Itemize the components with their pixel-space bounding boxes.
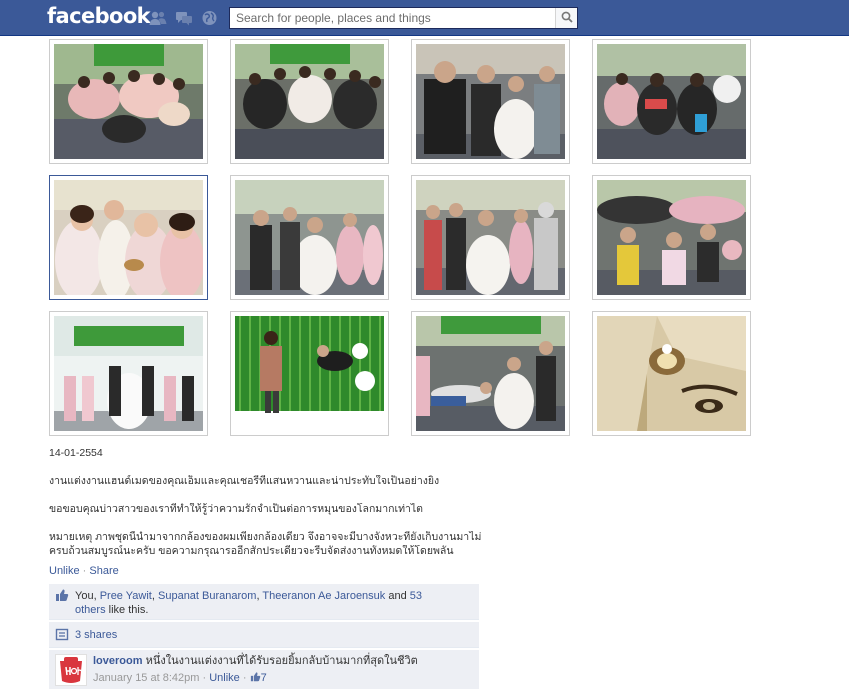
- photo-9[interactable]: [49, 311, 208, 436]
- top-bar: facebook: [0, 0, 849, 36]
- photo-2[interactable]: [230, 39, 389, 164]
- comment-like-count: 7: [260, 672, 267, 684]
- avatar[interactable]: [55, 654, 87, 686]
- others-link[interactable]: others: [75, 604, 106, 616]
- share-icon: [55, 628, 69, 645]
- photo-11[interactable]: [411, 311, 570, 436]
- shares-row: 3 shares: [49, 622, 479, 648]
- caption-line: ครบถ้วนสมบูรณ์นะครับ ขอความกรุณารออีกสัก…: [49, 545, 454, 557]
- comment: loveroom หนึ่งในงานแต่งงานที่ได้รับรอยยิ…: [49, 650, 479, 689]
- unlike-link[interactable]: Unlike: [49, 565, 80, 577]
- search-icon: [561, 11, 573, 26]
- photo-10[interactable]: [230, 311, 389, 436]
- likes-you: You,: [75, 590, 97, 602]
- photo-5[interactable]: [49, 175, 208, 300]
- liker-link[interactable]: Pree Yawit: [100, 590, 152, 602]
- share-link[interactable]: Share: [89, 565, 118, 577]
- caption-date: 14-01-2554: [49, 447, 103, 459]
- search-input[interactable]: [230, 8, 556, 28]
- post-actions: Unlike · Share: [49, 565, 119, 577]
- comment-meta: January 15 at 8:42pm · Unlike · 7: [93, 672, 267, 684]
- photo-12[interactable]: [592, 311, 751, 436]
- photo-7[interactable]: [411, 175, 570, 300]
- caption-line: ขอขอบคุณบ่าวสาวของเราที่ทำให้รู้ว่าความร…: [49, 503, 423, 515]
- liker-link[interactable]: Theeranon Ae Jaroensuk: [262, 590, 385, 602]
- comment-text: หนึ่งในงานแต่งงานที่ได้รับรอยยิ้มกลับบ้า…: [145, 655, 418, 667]
- messages-icon[interactable]: [175, 10, 193, 26]
- comment-author[interactable]: loveroom: [93, 655, 143, 667]
- photo-3[interactable]: [411, 39, 570, 164]
- photo-4[interactable]: [592, 39, 751, 164]
- comment-likes[interactable]: 7: [250, 672, 267, 684]
- photo-6[interactable]: [230, 175, 389, 300]
- shares-link[interactable]: 3 shares: [75, 629, 117, 641]
- photo-1[interactable]: [49, 39, 208, 164]
- friends-icon[interactable]: [149, 10, 167, 26]
- comment-unlike-link[interactable]: Unlike: [209, 672, 240, 684]
- photo-8[interactable]: [592, 175, 751, 300]
- caption-line: งานแต่งงานแฮนด์เมดของคุณเอ็มและคุณเชอรี่…: [49, 475, 440, 487]
- notifications-icon[interactable]: [201, 10, 219, 26]
- likes-summary: You, Pree Yawit, Supanat Buranarom, Thee…: [49, 584, 479, 620]
- caption-line: หมายเหตุ ภาพชุดนี้นำมาจากกล้องของผมเพียง…: [49, 531, 482, 543]
- search-button[interactable]: [555, 8, 577, 28]
- search-box: [229, 7, 578, 29]
- comment-timestamp[interactable]: January 15 at 8:42pm: [93, 672, 199, 684]
- facebook-logo[interactable]: facebook: [47, 4, 151, 28]
- others-count-link[interactable]: 53: [410, 590, 422, 602]
- feedback-box: You, Pree Yawit, Supanat Buranarom, Thee…: [49, 584, 479, 689]
- thumbs-up-icon: [55, 589, 69, 606]
- action-separator: ·: [82, 565, 87, 577]
- liker-link[interactable]: Supanat Buranarom: [158, 590, 256, 602]
- thumbs-up-icon: [250, 672, 261, 686]
